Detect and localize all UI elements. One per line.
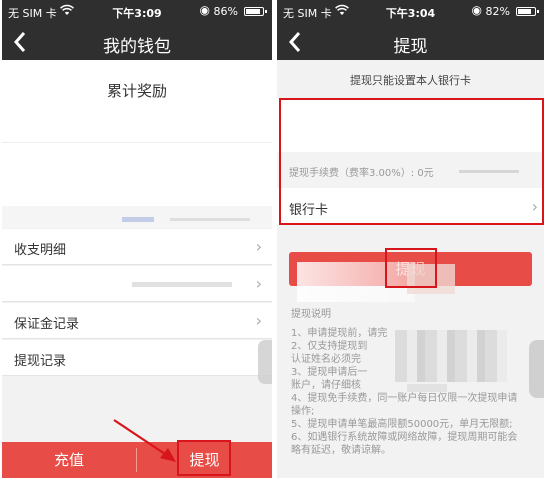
floating-handle[interactable]: [529, 340, 544, 398]
rotation-lock-icon: ◉: [199, 3, 210, 17]
reward-title: 累计奖励: [106, 82, 167, 100]
page-title: 提现: [393, 37, 428, 57]
wallet-screen: 无 SIM 卡 下午3:09 ◉ 86% 我的钱包 累计奖励 收支明细 › › …: [2, 0, 272, 478]
divider: [2, 142, 272, 143]
instruction-line: 操作;: [291, 406, 315, 417]
menu-item-label: 提现记录: [14, 354, 67, 369]
blurred-content: [2, 206, 272, 228]
reward-summary: 累计奖励: [2, 60, 272, 206]
chevron-right-icon: ›: [255, 311, 262, 330]
annotation-highlight-box: [177, 440, 231, 476]
blurred-text: [132, 282, 232, 287]
notice-text: 提现只能设置本人银行卡: [350, 74, 471, 87]
battery-icon: [516, 7, 539, 16]
blurred-overlay: [395, 330, 507, 382]
menu-item-label: 收支明细: [14, 243, 67, 258]
withdraw-screen: 无 SIM 卡 下午3:04 ◉ 82% 提现 提现只能设置本人银行卡 提现手续…: [277, 0, 544, 478]
floating-handle[interactable]: [258, 340, 272, 384]
blurred-text: [170, 218, 250, 221]
blurred-overlay: [407, 384, 447, 392]
status-bar: 无 SIM 卡 下午3:04 ◉ 82%: [277, 0, 544, 24]
status-bar: 无 SIM 卡 下午3:09 ◉ 86%: [2, 0, 272, 24]
chevron-right-icon: ›: [255, 237, 262, 256]
menu-item-blurred[interactable]: ›: [2, 266, 272, 302]
menu-item-withdraw-records[interactable]: 提现记录: [2, 340, 272, 376]
instruction-line: 略有延迟，敬请谅解。: [291, 445, 391, 456]
chevron-right-icon: ›: [255, 274, 262, 293]
annotation-highlight-box: [279, 98, 544, 225]
nav-bar: 提现: [277, 24, 544, 60]
menu-item-income-details[interactable]: 收支明细 ›: [2, 229, 272, 265]
battery-percent: 86%: [213, 5, 238, 18]
blurred-text: [122, 217, 154, 222]
page-title: 我的钱包: [103, 37, 171, 57]
menu-item-label: 保证金记录: [14, 317, 80, 332]
instruction-line: 6、如遇银行系统故障或网络故障，提现周期可能会: [291, 432, 518, 443]
annotation-highlight-box: [385, 248, 437, 288]
rotation-lock-icon: ◉: [471, 3, 482, 17]
nav-bar: 我的钱包: [2, 24, 272, 60]
battery-percent: 82%: [485, 5, 510, 18]
battery-icon: [244, 7, 267, 16]
instruction-line: 4、提现免手续费，同一账户每日仅限一次提现申请: [291, 393, 518, 404]
instructions-heading: 提现说明: [291, 309, 331, 320]
menu-item-deposit-records[interactable]: 保证金记录 ›: [2, 303, 272, 339]
notice-banner: 提现只能设置本人银行卡: [277, 60, 544, 98]
annotation-arrow-icon: [113, 419, 176, 462]
instruction-line: 5、提现申请单笔最高限额50000元，单月无限额;: [291, 419, 513, 430]
